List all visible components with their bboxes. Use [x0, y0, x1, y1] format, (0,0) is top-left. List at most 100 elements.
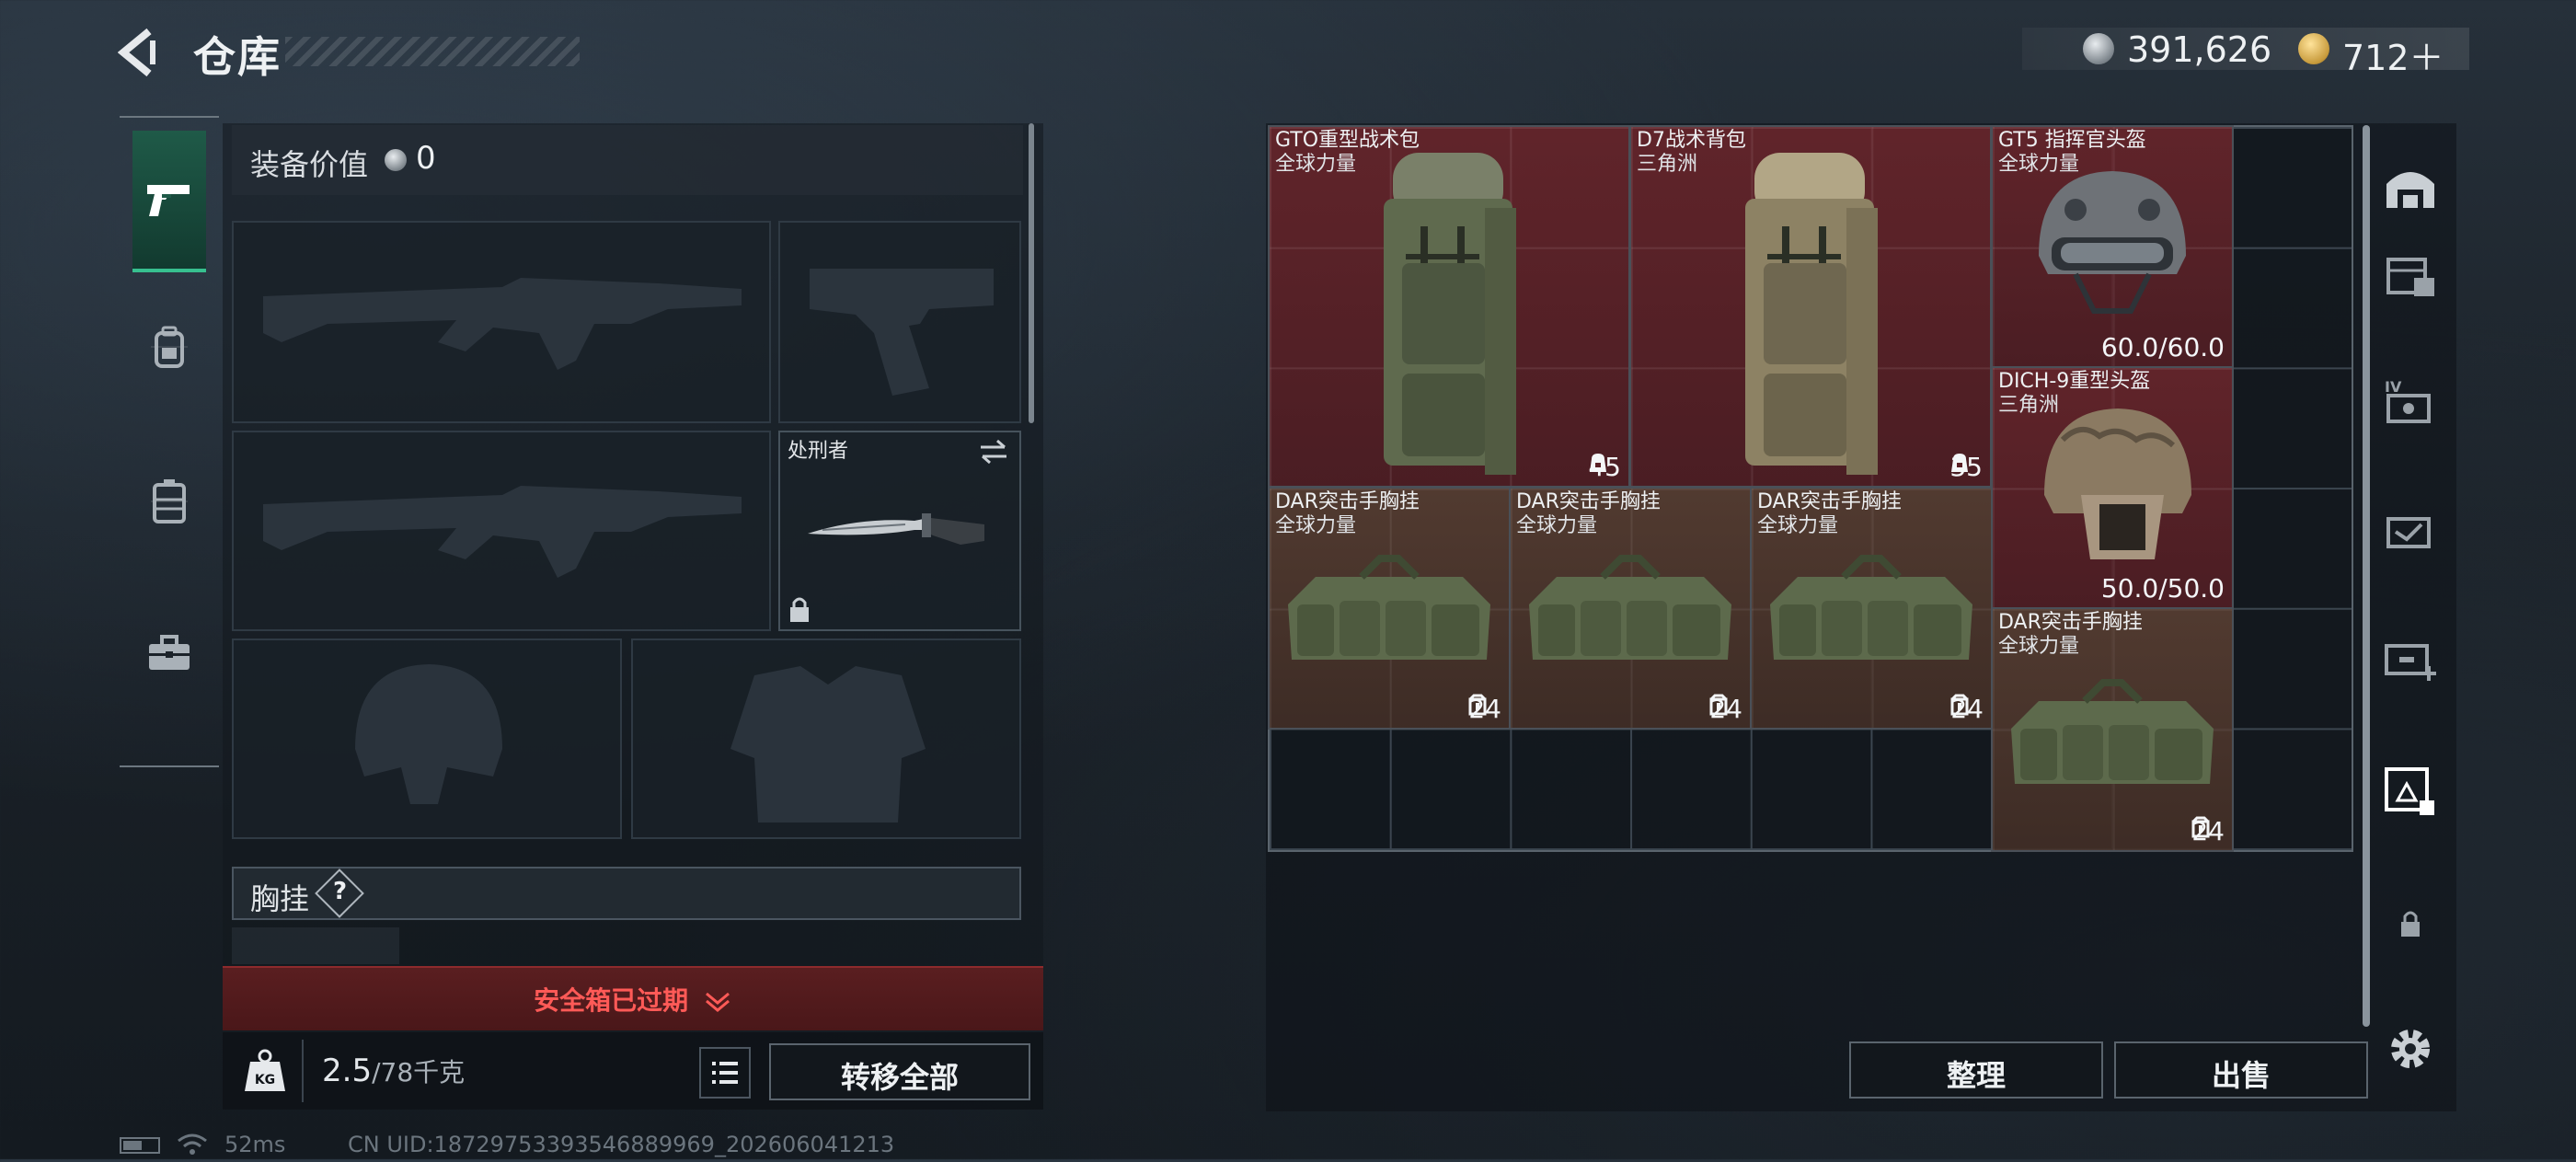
item-faction: 全球力量 [1516, 514, 1598, 537]
loadout-footer: KG 2.5/78千克 转移全部 [223, 1032, 1043, 1110]
safe-box-expired-text: 安全箱已过期 [223, 981, 1043, 1018]
stash-item-helmet[interactable]: DICH-9重型头盔 三角洲 50.0/50.0 [1991, 366, 2234, 609]
user-uid: CN UID:18729753393546889969_202606041213 [348, 1132, 895, 1157]
rig-capacity-icon [1468, 694, 1487, 716]
carry-weight-max: /78千克 [372, 1057, 466, 1087]
weight-icon: KG [245, 1049, 285, 1091]
backpack-icon [155, 326, 184, 368]
stash-page-4-button[interactable] [2377, 626, 2444, 692]
tab-weapons[interactable] [132, 131, 206, 272]
stash-page-3-button[interactable] [2377, 499, 2444, 565]
stash-page-2-button[interactable]: IV [2377, 370, 2444, 436]
tab-backpack[interactable] [120, 272, 219, 423]
silver-amount: 391,626 [2127, 29, 2272, 70]
storage-shelf-icon [2386, 258, 2434, 296]
stash-page-all-button[interactable] [2377, 156, 2444, 223]
helmet-item-icon [2044, 408, 2191, 559]
stash-item-chest-rig[interactable]: DAR突击手胸挂 全球力量 24 [1509, 487, 1752, 730]
divider [302, 1040, 304, 1102]
chest-rig-slot[interactable] [232, 927, 399, 964]
swap-icon[interactable] [977, 438, 1010, 466]
pistol-icon [147, 185, 190, 216]
item-stat: 24 [1468, 694, 1501, 724]
stash-item-backpack[interactable]: D7战术背包 三角洲 35 [1629, 125, 1992, 488]
item-durability: 50.0/50.0 [2100, 573, 2225, 604]
gold-amount[interactable]: 712＋ [2342, 29, 2444, 80]
rig-capacity-icon [2191, 816, 2210, 838]
sell-label: 出售 [2211, 1058, 2271, 1093]
title-decoration [285, 37, 580, 66]
armor-slot[interactable] [631, 639, 1021, 839]
armor-silhouette-icon [730, 666, 926, 823]
stash-page-locked-button[interactable] [2377, 891, 2444, 957]
stash-item-chest-rig[interactable]: DAR突击手胸挂 全球力量 24 [1991, 607, 2234, 852]
organize-button[interactable]: 整理 [1849, 1041, 2103, 1099]
rig-capacity-icon [1950, 694, 1969, 716]
stash-item-chest-rig[interactable]: DAR突击手胸挂 全球力量 24 [1750, 487, 1993, 730]
gear-icon [2391, 1030, 2430, 1068]
list-view-button[interactable] [699, 1047, 751, 1099]
pistol-silhouette-icon [810, 269, 994, 396]
stash-item-chest-rig[interactable]: DAR突击手胸挂 全球力量 24 [1268, 487, 1511, 730]
lock-icon [2401, 911, 2420, 937]
chest-rig-section-header: 胸挂 ? [232, 867, 1021, 920]
helmet-silhouette-icon [355, 664, 502, 804]
sell-button[interactable]: 出售 [2114, 1041, 2368, 1099]
silver-coin-icon [385, 149, 407, 171]
secondary-weapon-slot[interactable] [232, 431, 771, 631]
melee-item-name: 处刑者 [788, 440, 849, 463]
carry-weight-current: 2.5 [322, 1053, 373, 1089]
equipment-value-number: 0 [416, 140, 436, 177]
tab-case[interactable] [120, 578, 219, 729]
storage-edit-icon [2386, 517, 2431, 548]
carry-weight: 2.5/78千克 [322, 1053, 465, 1089]
storage-add-icon [2385, 644, 2436, 681]
item-name: DAR突击手胸挂 [1275, 490, 1420, 513]
item-name: GT5 指挥官头盔 [1998, 129, 2146, 152]
stash-item-backpack[interactable]: GTO重型战术包 全球力量 45 [1268, 125, 1630, 488]
chest-rig-item-icon [1529, 555, 1731, 660]
item-name: DAR突击手胸挂 [1998, 611, 2143, 634]
item-stat: 24 [1950, 694, 1984, 724]
item-stat: 45 [1588, 452, 1621, 482]
lock-icon [790, 597, 809, 622]
loadout-scrollbar[interactable] [1029, 123, 1034, 423]
list-icon [712, 1062, 738, 1084]
tab-chest-rig[interactable] [120, 427, 219, 578]
item-faction: 三角洲 [1637, 153, 1698, 176]
stash-page-5-button[interactable] [2377, 760, 2444, 826]
organize-label: 整理 [1946, 1058, 2006, 1093]
back-arrow-icon [117, 28, 155, 77]
safe-box-expired-banner[interactable]: 安全箱已过期 [223, 966, 1043, 1030]
equipment-value-bar: 装备价值 0 [232, 125, 1023, 195]
backpack-item-icon [1384, 153, 1516, 475]
gold-coin-icon [2298, 33, 2329, 64]
stash-scrollbar[interactable] [2363, 125, 2370, 1027]
storage-iv-icon: IV [2385, 378, 2431, 423]
capacity-icon [1951, 454, 1969, 472]
rifle-silhouette-icon [263, 486, 742, 578]
item-name: DAR突击手胸挂 [1516, 490, 1661, 513]
primary-weapon-slot[interactable] [232, 221, 771, 423]
chest-rig-item-icon [1770, 555, 1972, 660]
transfer-all-button[interactable]: 转移全部 [769, 1043, 1030, 1100]
sidearm-slot[interactable] [778, 221, 1021, 423]
item-faction: 全球力量 [1275, 153, 1357, 176]
rig-capacity-icon [1709, 694, 1728, 716]
helmet-slot[interactable] [232, 639, 622, 839]
svg-text:KG: KG [255, 1073, 275, 1087]
stash-page-1-button[interactable] [2377, 241, 2444, 307]
help-icon[interactable]: ? [333, 878, 347, 905]
item-faction: 全球力量 [1998, 635, 2080, 658]
ping-readout: 52ms [224, 1132, 286, 1157]
svg-text:IV: IV [2385, 378, 2402, 396]
item-faction: 全球力量 [1757, 514, 1839, 537]
battery-icon [120, 1137, 160, 1154]
chest-rig-label: 胸挂 [250, 881, 310, 916]
stash-item-helmet[interactable]: GT5 指挥官头盔 全球力量 60.0/60.0 [1991, 125, 2234, 368]
rifle-silhouette-icon [263, 278, 742, 370]
settings-button[interactable] [2377, 1016, 2444, 1082]
melee-slot[interactable]: 处刑者 [778, 431, 1021, 631]
back-button[interactable] [117, 28, 164, 77]
storage-selected-icon [2385, 767, 2434, 815]
